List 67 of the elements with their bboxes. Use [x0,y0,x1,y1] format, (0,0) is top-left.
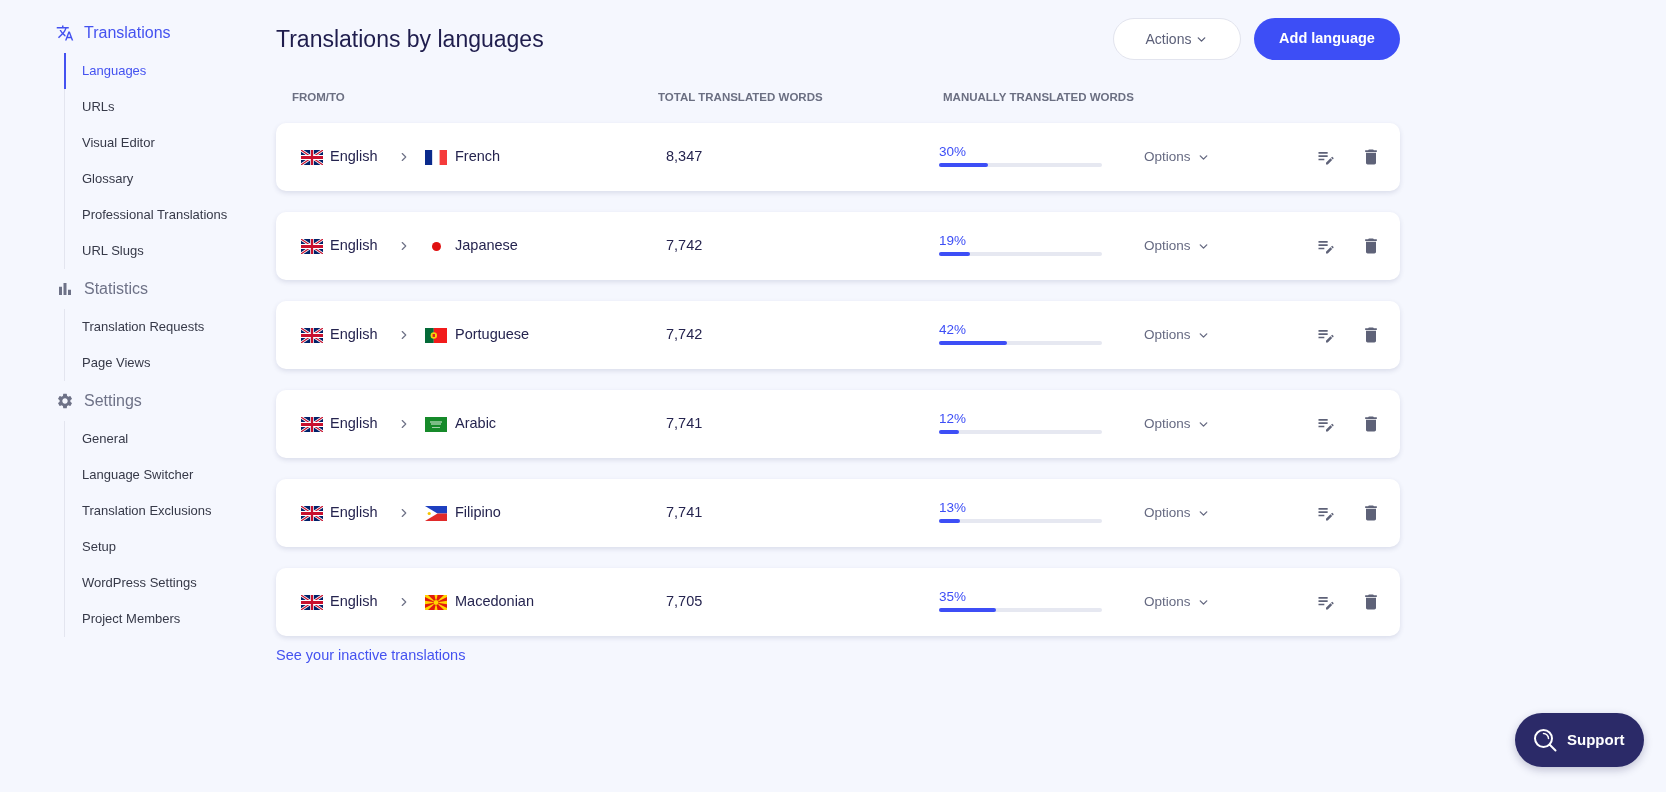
source-language: English [330,147,379,167]
column-header: MANUALLY TRANSLATED WORDS [943,90,1134,106]
options-dropdown[interactable]: Options [1144,146,1210,168]
source-language: English [330,503,379,523]
percent-text: 12% [939,410,967,427]
support-button[interactable]: Support [1515,713,1644,767]
sidebar-section-link[interactable]: Settings [84,391,142,411]
options-dropdown[interactable]: Options [1144,591,1210,613]
options-dropdown[interactable]: Options [1144,324,1210,346]
target-language: Arabic [455,414,497,434]
word-count: 8,347 [666,147,703,167]
uk-flag-icon [301,505,323,521]
source-language: English [330,592,379,612]
sidebar-item[interactable]: Languages [64,53,151,89]
uk-flag-icon [301,594,323,610]
sidebar-item[interactable]: Professional Translations [64,197,232,233]
percent-text: 35% [939,588,967,605]
saudi-flag-icon [425,416,447,432]
sidebar-item[interactable]: Translation Requests [64,309,209,345]
uk-flag-icon [301,327,323,343]
word-count: 7,741 [666,503,703,523]
sidebar-section-link[interactable]: Statistics [84,279,148,299]
sidebar-item[interactable]: General [64,421,133,457]
sidebar-item[interactable]: Setup [64,529,120,565]
sidebar-item[interactable]: WordPress Settings [64,565,201,601]
word-count: 7,741 [666,414,703,434]
sidebar-item[interactable]: Visual Editor [64,125,159,161]
target-language: Filipino [455,503,501,523]
sidebar-item[interactable]: URLs [64,89,119,125]
word-count: 7,742 [666,325,703,345]
options-dropdown[interactable]: Options [1144,235,1210,257]
percent-text: 42% [939,321,967,338]
portugal-flag-icon [425,327,447,343]
word-count: 7,742 [666,236,703,256]
column-header: FROM/TO [292,90,345,106]
sidebar-item[interactable]: Translation Exclusions [64,493,216,529]
japan-flag-icon [431,241,441,251]
sidebar-item[interactable]: Page Views [64,345,155,381]
uk-flag-icon [301,149,323,165]
sidebar-item[interactable]: URL Slugs [64,233,148,269]
france-flag-icon [425,149,447,165]
target-language: Portuguese [455,325,530,345]
sidebar-item[interactable]: Glossary [64,161,138,197]
target-language: Japanese [455,236,518,256]
north-macedonia-flag-icon [425,594,447,610]
search-icon [1533,728,1557,752]
source-language: English [330,414,379,434]
actions-dropdown[interactable]: Actions [1113,18,1241,60]
source-language: English [330,236,379,256]
sidebar-section-link[interactable]: Translations [84,23,171,43]
percent-text: 30% [939,143,967,160]
word-count: 7,705 [666,592,703,612]
percent-text: 19% [939,232,967,249]
sidebar-item[interactable]: Language Switcher [64,457,198,493]
percent-text: 13% [939,499,967,516]
options-dropdown[interactable]: Options [1144,413,1210,435]
add-language-button[interactable]: Add language [1254,18,1400,60]
target-language: French [455,147,501,167]
sidebar-item[interactable]: Project Members [64,601,185,637]
philippines-flag-icon [425,505,447,521]
source-language: English [330,325,379,345]
options-dropdown[interactable]: Options [1144,502,1210,524]
target-language: Macedonian [455,592,534,612]
uk-flag-icon [301,238,323,254]
column-header: TOTAL TRANSLATED WORDS [658,90,823,106]
uk-flag-icon [301,416,323,432]
page-title: Translations by languages [276,24,544,54]
